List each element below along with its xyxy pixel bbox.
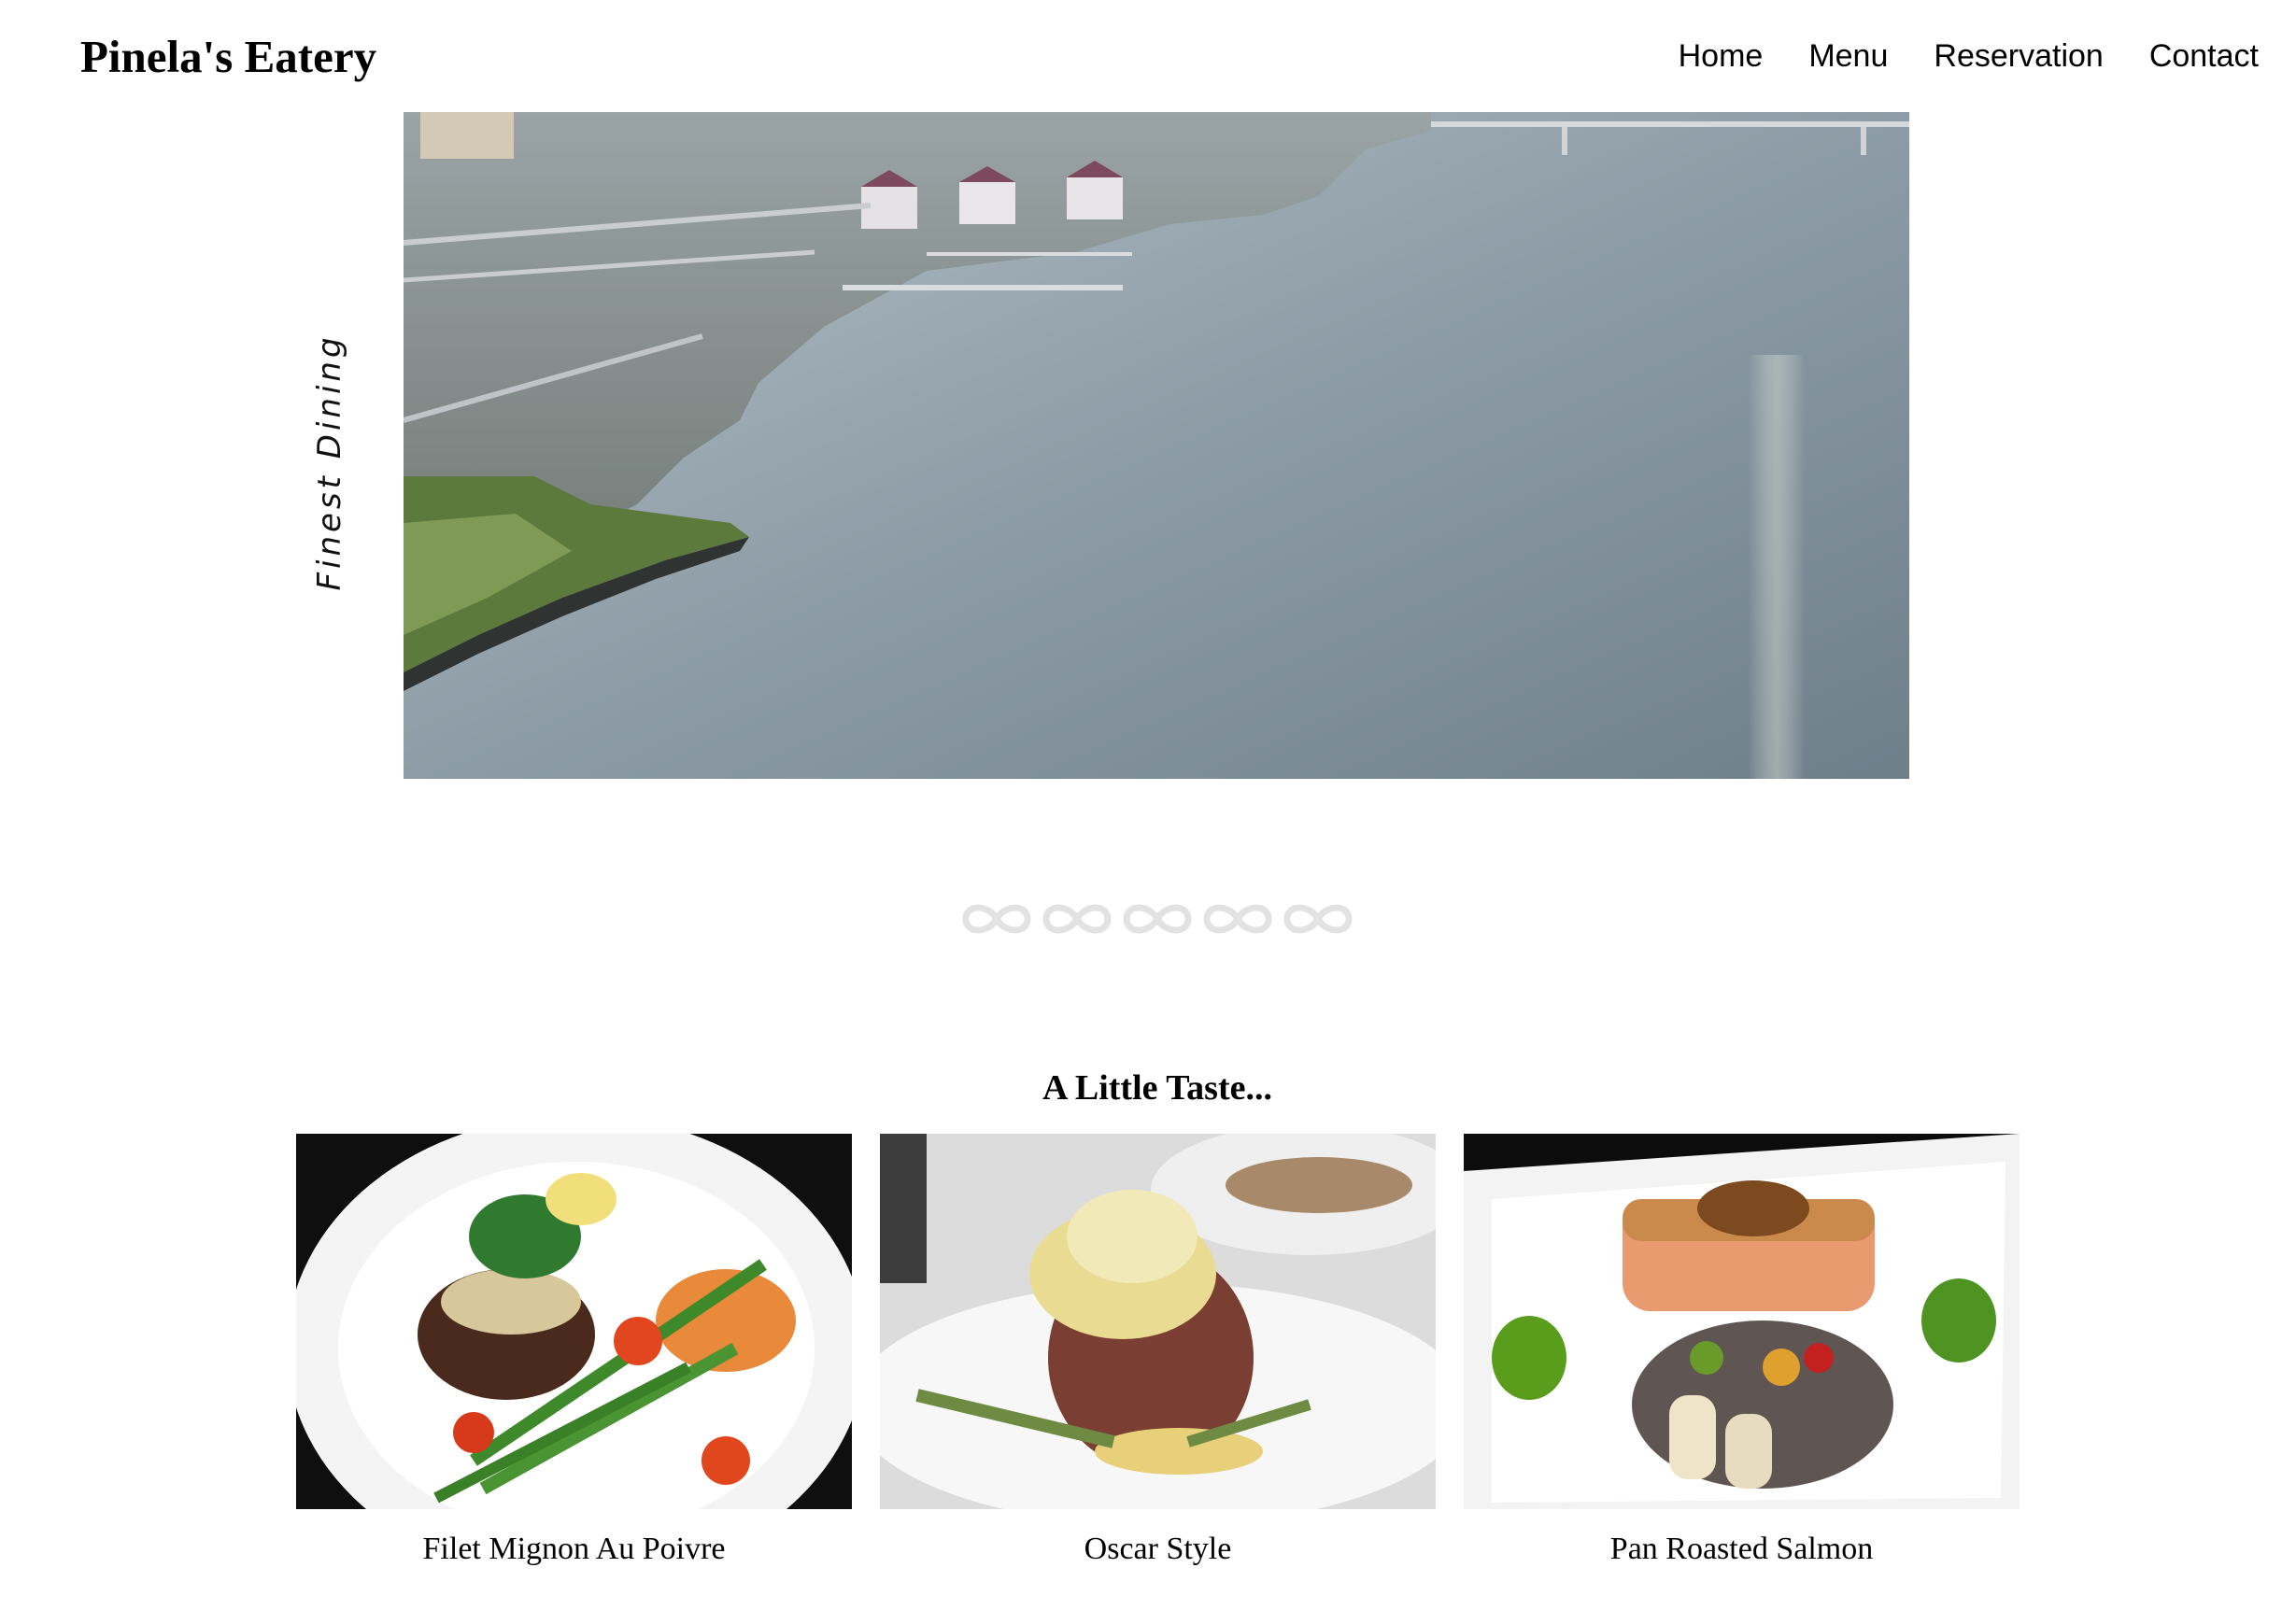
salmon-photo: [1464, 1134, 2020, 1509]
infinity-icon: [1042, 904, 1112, 934]
carousel-dot-2[interactable]: [1041, 898, 1113, 939]
hero-side-label: Finest Dining: [302, 333, 358, 590]
infinity-icon: [1283, 904, 1353, 934]
hero-image: [404, 112, 1909, 779]
carousel-dot-3[interactable]: [1121, 898, 1194, 939]
brand-logo[interactable]: Pinela's Eatery: [80, 24, 376, 90]
dish-card[interactable]: Oscar Style: [880, 1134, 1436, 1573]
dish-name: Oscar Style: [1084, 1532, 1232, 1566]
aerial-harbor-photo: [404, 112, 1909, 779]
section-title: A Little Taste...: [1042, 1068, 1272, 1108]
dish-card[interactable]: Pan Roasted Salmon: [1464, 1134, 2020, 1573]
dish-card[interactable]: Filet Mignon Au Poivre: [296, 1134, 852, 1573]
infinity-icon: [962, 904, 1031, 934]
carousel-dot-4[interactable]: [1201, 898, 1274, 939]
dish-photo: [296, 1134, 852, 1509]
carousel-dot-1[interactable]: [960, 898, 1033, 939]
infinity-icon: [1123, 904, 1192, 934]
nav-menu[interactable]: Menu: [1808, 28, 1888, 84]
dish-photo: [880, 1134, 1436, 1509]
carousel-dot-5[interactable]: [1282, 898, 1354, 939]
nav-contact[interactable]: Contact: [2149, 28, 2259, 84]
dish-gallery: Filet Mignon Au Poivre Oscar Style Pan R…: [296, 1134, 2020, 1573]
infinity-icon: [1203, 904, 1272, 934]
dish-name: Pan Roasted Salmon: [1609, 1532, 1874, 1566]
nav-home[interactable]: Home: [1679, 28, 1764, 84]
site-header: Pinela's Eatery Home Menu Reservation Co…: [0, 0, 2296, 112]
filet-mignon-photo: [296, 1134, 852, 1509]
carousel-indicators: [960, 898, 1353, 945]
dish-name: Filet Mignon Au Poivre: [422, 1532, 726, 1566]
hero-tagline: Finest Dining: [311, 333, 348, 591]
oscar-style-photo: [880, 1134, 1436, 1509]
main-nav: Home Menu Reservation Contact: [1633, 28, 2259, 84]
nav-reservation[interactable]: Reservation: [1934, 28, 2103, 84]
dish-photo: [1464, 1134, 2020, 1509]
